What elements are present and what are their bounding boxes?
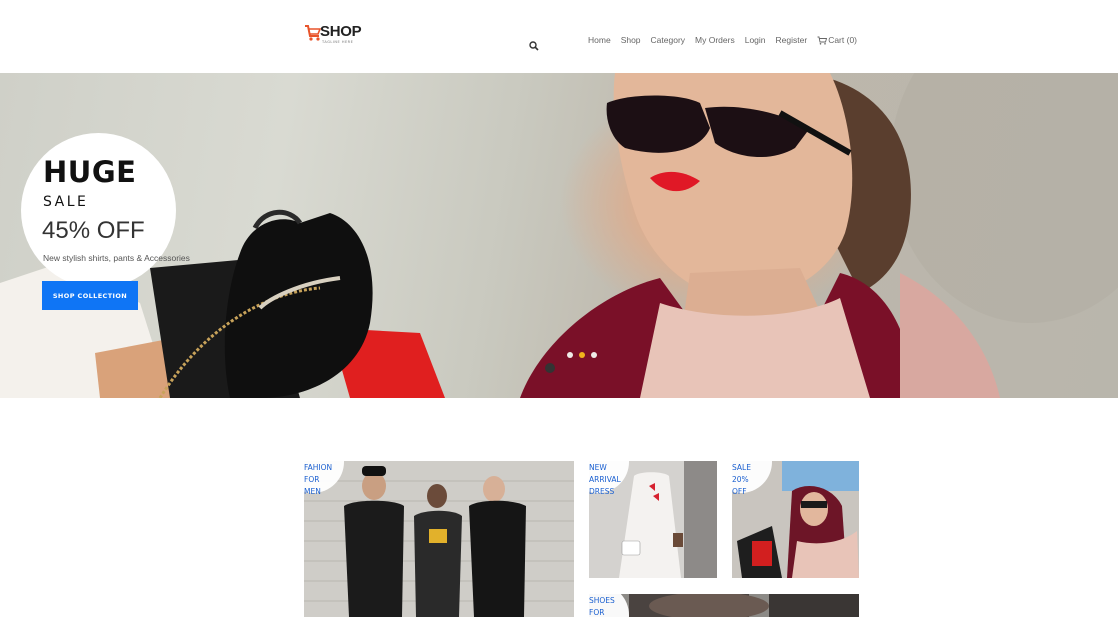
nav-home[interactable]: Home bbox=[588, 35, 611, 46]
site-header: SHOP TAGLINE HERE Home Shop Category My … bbox=[0, 0, 1118, 73]
cart-label: Cart (0) bbox=[828, 35, 857, 45]
category-image-men bbox=[304, 461, 574, 617]
search-icon[interactable] bbox=[529, 41, 539, 51]
nav-category[interactable]: Category bbox=[651, 35, 686, 46]
shop-collection-button[interactable]: SHOP COLLECTION bbox=[42, 281, 138, 310]
category-image-shoes bbox=[589, 594, 859, 617]
category-tile-men[interactable]: FAHION FOR MEN bbox=[304, 461, 574, 617]
cart-icon bbox=[817, 36, 828, 45]
main-nav: Home Shop Category My Orders Login Regis… bbox=[588, 35, 857, 46]
category-label-dress: NEW ARRIVAL DRESS bbox=[589, 463, 621, 496]
brand-name: SHOP bbox=[320, 23, 362, 40]
category-tile-dress[interactable]: NEW ARRIVAL DRESS bbox=[589, 461, 717, 578]
promo-offer: 45% OFF bbox=[42, 217, 145, 244]
category-label-men: FAHION FOR MEN bbox=[304, 463, 333, 496]
promo-description: New stylish shirts, pants & Accessories bbox=[43, 253, 190, 263]
nav-my-orders[interactable]: My Orders bbox=[695, 35, 735, 46]
slider-dot-1[interactable] bbox=[567, 352, 573, 358]
nav-register[interactable]: Register bbox=[776, 35, 808, 46]
slider-dot-2[interactable] bbox=[579, 352, 585, 358]
hero-slider: HUGE SALE 45% OFF New stylish shirts, pa… bbox=[0, 73, 1118, 398]
category-label-sale: SALE 20% OFF bbox=[732, 463, 751, 496]
slider-dots bbox=[567, 352, 597, 358]
category-tile-shoes[interactable]: SHOES FOR bbox=[589, 594, 859, 617]
nav-login[interactable]: Login bbox=[745, 35, 766, 46]
slider-dot-3[interactable] bbox=[591, 352, 597, 358]
category-tile-sale[interactable]: SALE 20% OFF bbox=[732, 461, 859, 578]
nav-shop[interactable]: Shop bbox=[621, 35, 641, 46]
brand-tagline: TAGLINE HERE bbox=[322, 40, 354, 44]
brand-logo[interactable]: SHOP TAGLINE HERE bbox=[304, 22, 364, 48]
promo-subtitle: SALE bbox=[43, 194, 89, 210]
nav-cart[interactable]: Cart (0) bbox=[817, 35, 857, 46]
category-label-shoes: SHOES FOR bbox=[589, 596, 615, 617]
promo-title: HUGE bbox=[43, 155, 137, 189]
